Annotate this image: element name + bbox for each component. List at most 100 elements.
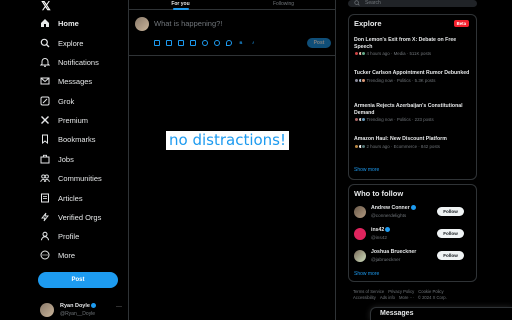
follow-suggestion[interactable]: ins42 @ins42 Follow: [354, 227, 474, 241]
avatar-stack: [354, 143, 366, 149]
story-title: Don Lemon's Exit from X: Debate on Free …: [354, 37, 457, 50]
account-name: Joshua Brueckner: [371, 249, 417, 255]
post-button[interactable]: Post: [38, 272, 118, 288]
account-switcher[interactable]: Ryan Doyle @Ryan__Doyle ···: [40, 302, 124, 318]
list-icon[interactable]: [178, 40, 184, 46]
nav-item-label: Notifications: [58, 57, 99, 67]
account-name: ins42: [371, 227, 385, 233]
schedule-icon[interactable]: [214, 40, 220, 46]
nav-item-home[interactable]: Home: [40, 16, 79, 30]
italic-icon[interactable]: I: [250, 40, 256, 46]
search-placeholder: Search: [365, 0, 381, 6]
nav-item-label: Premium: [58, 115, 89, 125]
nav-item-notifications[interactable]: Notifications: [40, 55, 99, 69]
search-input[interactable]: Search: [348, 0, 477, 7]
verified-badge-icon: [410, 205, 416, 211]
who-to-follow-show-more-link[interactable]: Show more: [354, 271, 379, 277]
news-story[interactable]: Amazon Haul: New Discount Platform 2 hou…: [354, 136, 474, 149]
briefcase-icon: [40, 154, 50, 164]
footer-link[interactable]: Accessibility: [353, 295, 376, 300]
avatar: [354, 250, 366, 262]
footer-link[interactable]: Privacy Policy: [388, 289, 414, 294]
account-handle: @jabrueckner: [371, 257, 401, 262]
messages-drawer[interactable]: Messages: [370, 307, 512, 320]
location-icon[interactable]: [226, 40, 232, 46]
follow-suggestion[interactable]: Joshua Brueckner @jabrueckner Follow: [354, 249, 474, 263]
nav-item-profile[interactable]: Profile: [40, 229, 79, 243]
nav-item-communities[interactable]: Communities: [40, 171, 102, 185]
account-name-row: ins42: [371, 227, 391, 233]
account-name: Ryan Doyle: [60, 303, 90, 309]
beta-badge: Beta: [453, 20, 469, 27]
nav-item-label: Messages: [58, 76, 93, 86]
compose-toolbar: B I: [154, 40, 256, 46]
post-button-disabled[interactable]: Post: [307, 38, 331, 48]
main-timeline: For you Following What is happening?! B …: [128, 0, 336, 320]
footer-link[interactable]: Ads info: [380, 295, 395, 300]
story-meta-row: 2 hours ago · Ecommerce · 842 posts: [354, 143, 474, 149]
story-meta-row: Trending now · Politics · 223 posts: [354, 117, 474, 122]
x-logo-icon[interactable]: 𝕏: [40, 0, 52, 12]
no-distractions-overlay: no distractions!: [166, 131, 290, 150]
emoji-icon[interactable]: [202, 40, 208, 46]
story-meta-row: Trending now · Politics · 5.3K posts: [354, 77, 474, 83]
nav-item-label: Verified Orgs: [58, 212, 102, 222]
more-options-icon[interactable]: ···: [116, 304, 122, 310]
tab-for-you[interactable]: For you: [129, 0, 232, 10]
mail-icon: [40, 76, 50, 86]
image-icon[interactable]: [154, 40, 160, 46]
footer-link[interactable]: More ···: [399, 295, 414, 300]
account-name-row: Andrew Conner: [371, 205, 416, 211]
story-meta: Trending now · Politics · 5.3K posts: [366, 77, 436, 83]
nav-item-more[interactable]: More: [40, 248, 75, 262]
follow-suggestion[interactable]: Andrew Conner @connerdelights Follow: [354, 205, 474, 219]
who-to-follow-card: Who to follow Andrew Conner @connerdelig…: [348, 184, 477, 282]
bold-icon[interactable]: B: [238, 40, 244, 46]
grok-icon: [40, 96, 50, 106]
bookmark-icon: [40, 134, 50, 144]
nav-item-explore[interactable]: Explore: [40, 36, 83, 50]
follow-button[interactable]: Follow: [437, 229, 464, 238]
news-story[interactable]: Tucker Carlson Appointment Rumor Debunke…: [354, 70, 474, 83]
document-icon: [40, 193, 50, 203]
news-story[interactable]: Armenia Rejects Azerbaijan's Constitutio…: [354, 103, 474, 122]
avatar-stack: [354, 117, 366, 122]
compose-input[interactable]: What is happening?!: [154, 19, 222, 28]
account-handle: @Ryan__Doyle: [60, 311, 96, 317]
nav-item-verified-orgs[interactable]: Verified Orgs: [40, 210, 101, 224]
search-icon: [40, 38, 50, 48]
nav-item-premium[interactable]: Premium: [40, 113, 88, 127]
nav-item-label: Explore: [58, 38, 84, 48]
nav-item-articles[interactable]: Articles: [40, 191, 83, 205]
gif-icon[interactable]: [166, 40, 172, 46]
story-title: Armenia Rejects Azerbaijan's Constitutio…: [354, 103, 463, 116]
nav-item-jobs[interactable]: Jobs: [40, 152, 74, 166]
compose-box: What is happening?! B I Post: [129, 10, 335, 56]
news-story[interactable]: Don Lemon's Exit from X: Debate on Free …: [354, 37, 474, 56]
follow-button[interactable]: Follow: [437, 251, 464, 260]
story-meta: Trending now · Politics · 223 posts: [366, 117, 434, 122]
person-icon: [40, 231, 50, 241]
follow-button[interactable]: Follow: [437, 207, 464, 216]
nav-item-label: Communities: [58, 173, 102, 183]
nav-item-messages[interactable]: Messages: [40, 74, 92, 88]
tab-following[interactable]: Following: [232, 0, 335, 9]
nav-item-label: Bookmarks: [58, 134, 96, 144]
people-icon: [40, 173, 50, 183]
poll-icon[interactable]: [190, 40, 196, 46]
right-sidebar: Search Explore Beta Don Lemon's Exit fro…: [336, 0, 512, 320]
avatar-stack: [354, 77, 366, 83]
nav-item-label: Profile: [58, 231, 80, 241]
footer-link[interactable]: Cookie Policy: [418, 289, 443, 294]
explore-title: Explore: [354, 19, 382, 28]
explore-show-more-link[interactable]: Show more: [354, 167, 379, 173]
footer-link[interactable]: Terms of Service: [353, 289, 384, 294]
messages-drawer-title: Messages: [380, 310, 414, 317]
explore-card: Explore Beta Don Lemon's Exit from X: De…: [348, 14, 477, 180]
search-icon: [354, 0, 360, 6]
avatar: [40, 303, 54, 317]
nav-item-grok[interactable]: Grok: [40, 94, 74, 108]
avatar: [135, 17, 149, 31]
nav-item-bookmarks[interactable]: Bookmarks: [40, 132, 96, 146]
story-meta: 2 hours ago · Ecommerce · 842 posts: [366, 143, 440, 149]
